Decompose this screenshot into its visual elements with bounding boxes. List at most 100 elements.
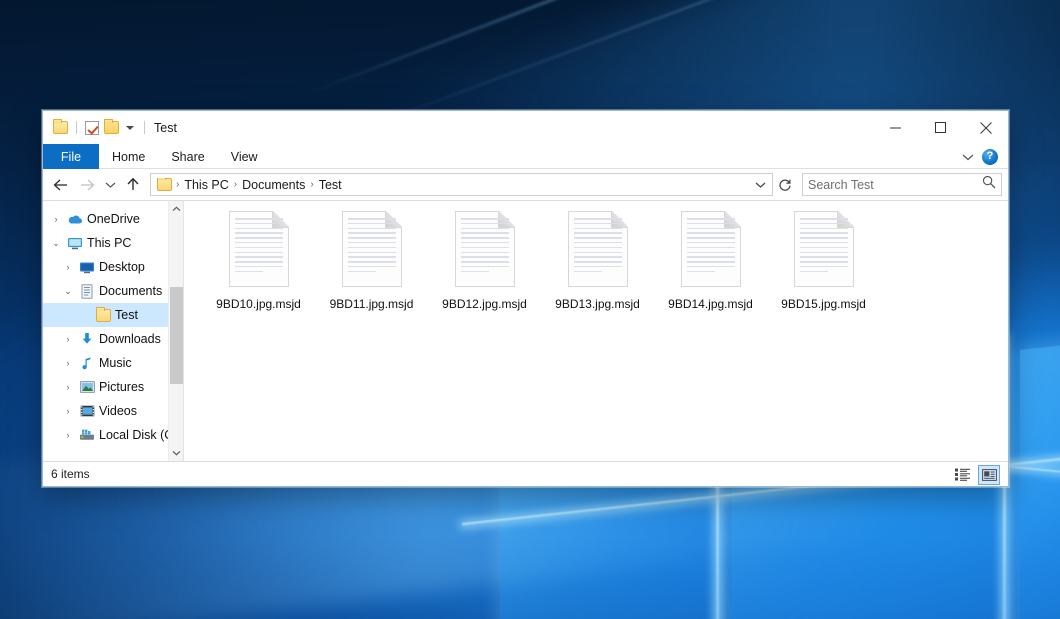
file-name: 9BD12.jpg.msjd: [442, 297, 527, 311]
disk-icon: [79, 427, 95, 443]
chevron-right-icon[interactable]: ›: [61, 260, 75, 274]
sidebar-item-downloads[interactable]: › Downloads: [43, 327, 183, 351]
breadcrumb-item-test[interactable]: Test: [315, 178, 346, 192]
sidebar-item-this-pc[interactable]: ⌄ This PC: [43, 231, 183, 255]
divider: [144, 121, 145, 134]
navigation-pane: › OneDrive ⌄ This PC ›: [43, 201, 184, 461]
chevron-down-icon[interactable]: ⌄: [61, 284, 75, 298]
details-view-icon[interactable]: [952, 465, 974, 485]
videos-icon: [79, 403, 95, 419]
chevron-down-icon[interactable]: ⌄: [49, 236, 63, 250]
search-icon[interactable]: [982, 175, 996, 194]
generic-document-icon: [794, 211, 854, 287]
chevron-right-icon[interactable]: ›: [61, 428, 75, 442]
sidebar-item-local-disk-c[interactable]: › Local Disk (C:): [43, 423, 183, 447]
file-name: 9BD10.jpg.msjd: [216, 297, 301, 311]
sidebar-item-label: OneDrive: [87, 212, 140, 226]
chevron-down-icon[interactable]: [169, 445, 184, 461]
list-item[interactable]: 9BD13.jpg.msjd: [541, 209, 654, 311]
pictures-icon: [79, 379, 95, 395]
sidebar-item-onedrive[interactable]: › OneDrive: [43, 207, 183, 231]
documents-icon: [79, 283, 95, 299]
breadcrumb: › This PC › Documents › Test: [156, 178, 750, 192]
sidebar-item-label: Documents: [99, 284, 162, 298]
chevron-right-icon[interactable]: ›: [61, 380, 75, 394]
generic-document-icon: [568, 211, 628, 287]
music-icon: [79, 355, 95, 371]
tab-file[interactable]: File: [43, 144, 99, 169]
chevron-down-icon[interactable]: [962, 148, 974, 166]
list-item[interactable]: 9BD15.jpg.msjd: [767, 209, 880, 311]
chevron-right-icon[interactable]: ›: [49, 212, 63, 226]
window-body: › OneDrive ⌄ This PC ›: [43, 200, 1008, 461]
chevron-right-icon[interactable]: ›: [61, 356, 75, 370]
chevron-down-icon[interactable]: [750, 174, 770, 195]
address-field[interactable]: › This PC › Documents › Test: [150, 173, 773, 196]
desktop-icon: [79, 259, 95, 275]
sidebar-scrollbar[interactable]: [168, 201, 183, 461]
search-box[interactable]: Search Test: [802, 173, 1002, 196]
sidebar-item-documents[interactable]: ⌄ Documents: [43, 279, 183, 303]
sidebar-item-test[interactable]: Test: [43, 303, 183, 327]
minimize-icon[interactable]: [873, 111, 918, 144]
onedrive-icon: [67, 211, 83, 227]
file-name: 9BD11.jpg.msjd: [330, 297, 414, 311]
forward-button[interactable]: [75, 173, 99, 197]
status-bar: 6 items: [43, 461, 1008, 486]
close-icon[interactable]: [963, 111, 1008, 144]
quick-access-toolbar: [53, 121, 148, 135]
chevron-up-icon[interactable]: [169, 201, 184, 217]
list-item[interactable]: 9BD14.jpg.msjd: [654, 209, 767, 311]
list-item[interactable]: 9BD10.jpg.msjd: [202, 209, 315, 311]
tab-view[interactable]: View: [218, 144, 271, 169]
item-count: 6 items: [51, 467, 90, 481]
file-grid: 9BD10.jpg.msjd 9BD11.jpg.msjd: [202, 209, 1008, 311]
generic-document-icon: [455, 211, 515, 287]
breadcrumb-item-this-pc[interactable]: This PC: [180, 178, 232, 192]
tab-share[interactable]: Share: [158, 144, 217, 169]
large-icons-view-icon[interactable]: [978, 465, 1000, 485]
refresh-icon[interactable]: [775, 174, 795, 195]
breadcrumb-item-documents[interactable]: Documents: [238, 178, 309, 192]
sidebar-item-music[interactable]: › Music: [43, 351, 183, 375]
sidebar-item-pictures[interactable]: › Pictures: [43, 375, 183, 399]
recent-locations-button[interactable]: [101, 173, 119, 197]
folder-icon[interactable]: [157, 178, 172, 191]
chevron-down-icon[interactable]: [126, 126, 134, 130]
chevron-right-icon[interactable]: ›: [61, 404, 75, 418]
sidebar-item-label: Videos: [99, 404, 137, 418]
search-input[interactable]: Search Test: [808, 178, 982, 192]
sidebar-item-label: Music: [99, 356, 132, 370]
thispc-icon: [67, 235, 83, 251]
file-list-pane[interactable]: 9BD10.jpg.msjd 9BD11.jpg.msjd: [184, 201, 1008, 461]
scrollbar-thumb[interactable]: [170, 287, 183, 384]
address-bar: › This PC › Documents › Test: [43, 169, 1008, 200]
window-controls: [873, 111, 1008, 144]
sidebar-item-label: Pictures: [99, 380, 144, 394]
ribbon-right-controls: ?: [962, 144, 1004, 169]
sidebar-item-desktop[interactable]: › Desktop: [43, 255, 183, 279]
generic-document-icon: [229, 211, 289, 287]
file-explorer-window: Test File Home Share View: [42, 110, 1009, 487]
list-item[interactable]: 9BD12.jpg.msjd: [428, 209, 541, 311]
sidebar-item-videos[interactable]: › Videos: [43, 399, 183, 423]
chevron-right-icon[interactable]: ›: [61, 332, 75, 346]
new-folder-icon[interactable]: [104, 121, 119, 134]
divider: [76, 121, 77, 134]
maximize-icon[interactable]: [918, 111, 963, 144]
generic-document-icon: [342, 211, 402, 287]
list-item[interactable]: 9BD11.jpg.msjd: [315, 209, 428, 311]
properties-checkbox-icon[interactable]: [85, 121, 99, 135]
downloads-icon: [79, 331, 95, 347]
file-name: 9BD14.jpg.msjd: [668, 297, 753, 311]
tab-home[interactable]: Home: [99, 144, 158, 169]
folder-icon[interactable]: [53, 121, 68, 134]
file-name: 9BD15.jpg.msjd: [781, 297, 866, 311]
back-button[interactable]: [49, 173, 73, 197]
up-button[interactable]: [121, 173, 145, 197]
sidebar-item-label: Downloads: [99, 332, 161, 346]
window-title: Test: [154, 121, 177, 135]
help-icon[interactable]: ?: [982, 149, 998, 165]
sidebar-item-label: This PC: [87, 236, 131, 250]
address-field-controls: [750, 174, 770, 195]
